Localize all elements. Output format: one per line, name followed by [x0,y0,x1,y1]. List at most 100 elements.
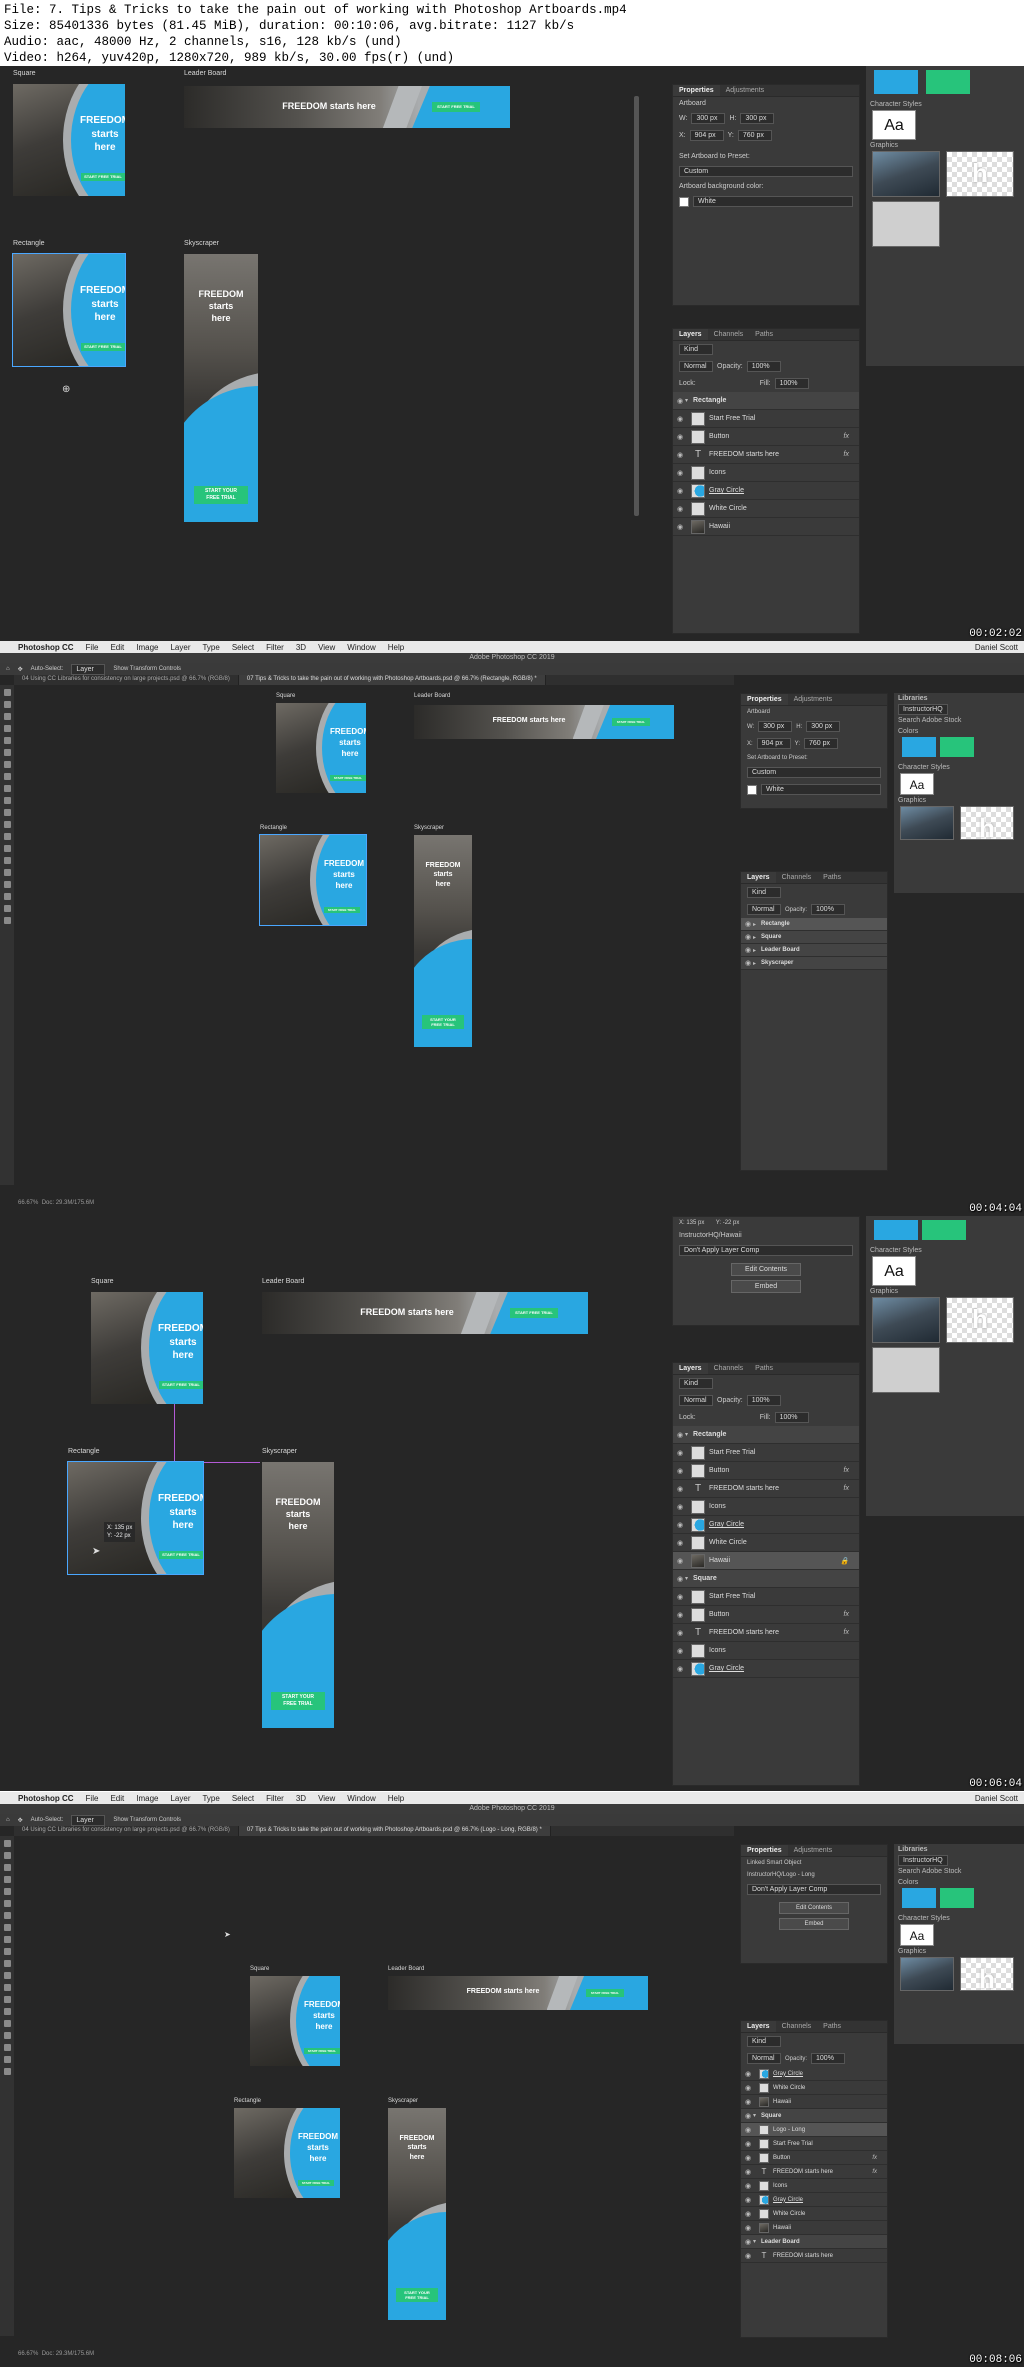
crop-tool-icon[interactable] [3,737,11,744]
eye-icon[interactable]: ◉ [743,920,753,928]
artboard-leader-board[interactable]: FREEDOM starts here START FREE TRIAL [388,1976,648,2010]
eye-icon[interactable]: ◉ [743,959,753,967]
eye-icon[interactable]: ◉ [743,2182,753,2190]
artboard-square[interactable]: FREEDOM starts here START FREE TRIAL [13,84,125,196]
logo-icon[interactable] [946,151,1014,197]
color-swatch-green[interactable] [940,737,974,757]
eye-icon[interactable]: ◉ [675,505,685,513]
eyedropper-tool-icon[interactable] [3,1900,11,1907]
canvas-scrollbar[interactable] [634,96,639,516]
lasso-tool-icon[interactable] [3,713,11,720]
home-icon[interactable]: ⌂ [6,666,10,672]
heal-tool-icon[interactable] [3,761,11,768]
layer-row[interactable]: ◉ White Circle [673,1534,859,1552]
layer-row[interactable]: ◉ ▾ Square [741,2109,887,2123]
user-name[interactable]: Daniel Scott [975,643,1018,652]
embed-button[interactable]: Embed [731,1280,801,1293]
eyedropper-tool-icon[interactable] [3,749,11,756]
dodge-tool-icon[interactable] [3,1996,11,2003]
artboard-skyscraper[interactable]: FREEDOM starts here START YOUR FREE TRIA… [262,1462,334,1728]
doc-tab[interactable]: 04 Using CC Libraries for consistency on… [14,1826,239,1836]
artboard-label-rectangle[interactable]: Rectangle [260,825,287,831]
eye-icon[interactable]: ◉ [675,469,685,477]
layer-row[interactable]: ◉ T FREEDOM starts here fx [673,446,859,464]
layer-row[interactable]: ◉ T FREEDOM starts here fx [673,1624,859,1642]
gradient-tool-icon[interactable] [3,821,11,828]
eye-icon[interactable]: ◉ [743,933,753,941]
layer-row[interactable]: ◉ Hawaii [741,2095,887,2109]
move-tool-icon[interactable]: ✥ [18,1817,23,1824]
layer-row[interactable]: ◉ Gray Circle [673,1516,859,1534]
layer-row[interactable]: ◉ T FREEDOM starts here fx [741,2165,887,2179]
fill-field[interactable]: 100% [774,378,809,389]
canvas[interactable]: Square FREEDOM starts here START FREE TR… [0,1216,660,1791]
layer-row[interactable]: ◉ ▸ Skyscraper [741,957,887,970]
history-brush-icon[interactable] [3,797,11,804]
layer-row[interactable]: ◉ T FREEDOM starts here fx [673,1480,859,1498]
graphic-tile-badge[interactable] [872,201,940,247]
eye-icon[interactable]: ◉ [743,2210,753,2218]
width-field[interactable]: 300 px [691,113,726,124]
layer-row[interactable]: ◉ White Circle [673,500,859,518]
tab-layers[interactable]: Layers [673,329,708,340]
heal-tool-icon[interactable] [3,1912,11,1919]
artboard-leader-board[interactable]: FREEDOM starts here START FREE TRIAL [262,1292,588,1334]
layer-row[interactable]: ◉ Hawaii [673,518,859,536]
artboard-square[interactable]: FREEDOM starts here START FREE TRIAL [91,1292,203,1404]
marquee-tool-icon[interactable] [3,1852,11,1859]
shape-tool-icon[interactable] [3,2044,11,2051]
eye-icon[interactable]: ◉ [675,397,685,405]
artboard-label-skyscraper[interactable]: Skyscraper [262,1448,297,1455]
zoom-tool-icon[interactable] [3,917,11,924]
canvas[interactable]: ➤ Square FREEDOM starts here START FREE … [14,1836,714,2346]
layer-row[interactable]: ◉ Icons [673,464,859,482]
logo-icon[interactable] [946,1297,1014,1343]
type-tool-icon[interactable] [3,869,11,876]
artboard-label-square[interactable]: Square [91,1278,114,1285]
layer-row[interactable]: ◉ Gray Circle [673,1660,859,1678]
graphic-tile-photo[interactable] [872,151,940,197]
eye-icon[interactable]: ◉ [675,1665,685,1673]
artboard-label-skyscraper[interactable]: Skyscraper [388,2098,418,2104]
artboard-square[interactable]: FREEDOM starts here START FREE TRIAL [276,703,366,793]
doc-tab[interactable]: 04 Using CC Libraries for consistency on… [14,675,239,685]
eye-icon[interactable]: ◉ [675,451,685,459]
artboard-skyscraper[interactable]: FREEDOM starts here START YOUR FREE TRIA… [388,2108,446,2320]
pen-tool-icon[interactable] [3,2008,11,2015]
eye-icon[interactable]: ◉ [675,1467,685,1475]
artboard-skyscraper[interactable]: FREEDOM starts here START YOUR FREE TRIA… [414,835,472,1047]
brush-tool-icon[interactable] [3,773,11,780]
color-swatch-blue[interactable] [874,70,918,94]
eye-icon[interactable]: ◉ [675,1539,685,1547]
layer-row[interactable]: ◉ Icons [673,1642,859,1660]
artboard-label-leader[interactable]: Leader Board [388,1966,424,1972]
layer-row[interactable]: ◉ White Circle [741,2081,887,2095]
eye-icon[interactable]: ◉ [743,2098,753,2106]
blend-mode[interactable]: Normal [679,361,713,372]
tab-channels[interactable]: Channels [708,329,750,340]
artboard-label-square[interactable]: Square [276,693,295,699]
marquee-tool-icon[interactable] [3,701,11,708]
layer-row[interactable]: ◉ White Circle [741,2207,887,2221]
layer-row[interactable]: ◉ ▾ Rectangle [673,1426,859,1444]
color-swatch-green[interactable] [926,70,971,94]
library-search[interactable]: Search Adobe Stock [894,715,1024,726]
eye-icon[interactable]: ◉ [743,2112,753,2120]
character-style-tile[interactable]: Aa [872,110,916,140]
library-select[interactable]: InstructorHQ [898,704,948,715]
lasso-tool-icon[interactable] [3,1864,11,1871]
artboard-leader-board[interactable]: FREEDOM starts here START FREE TRIAL [184,86,510,128]
dodge-tool-icon[interactable] [3,845,11,852]
layer-comp-select[interactable]: Don't Apply Layer Comp [679,1245,853,1256]
layer-row[interactable]: ◉ Gray Circle [741,2193,887,2207]
layer-row[interactable]: ◉ Gray Circle [741,2067,887,2081]
logo-icon[interactable] [960,806,1014,844]
color-swatch-blue[interactable] [902,737,936,757]
eye-icon[interactable]: ◉ [675,433,685,441]
eye-icon[interactable]: ◉ [675,1503,685,1511]
bg-color-swatch[interactable] [679,196,689,207]
artboard-rectangle[interactable]: FREEDOM starts here START FREE TRIAL [12,253,126,367]
eye-icon[interactable]: ◉ [675,1647,685,1655]
blur-tool-icon[interactable] [3,833,11,840]
eye-icon[interactable]: ◉ [675,1575,685,1583]
